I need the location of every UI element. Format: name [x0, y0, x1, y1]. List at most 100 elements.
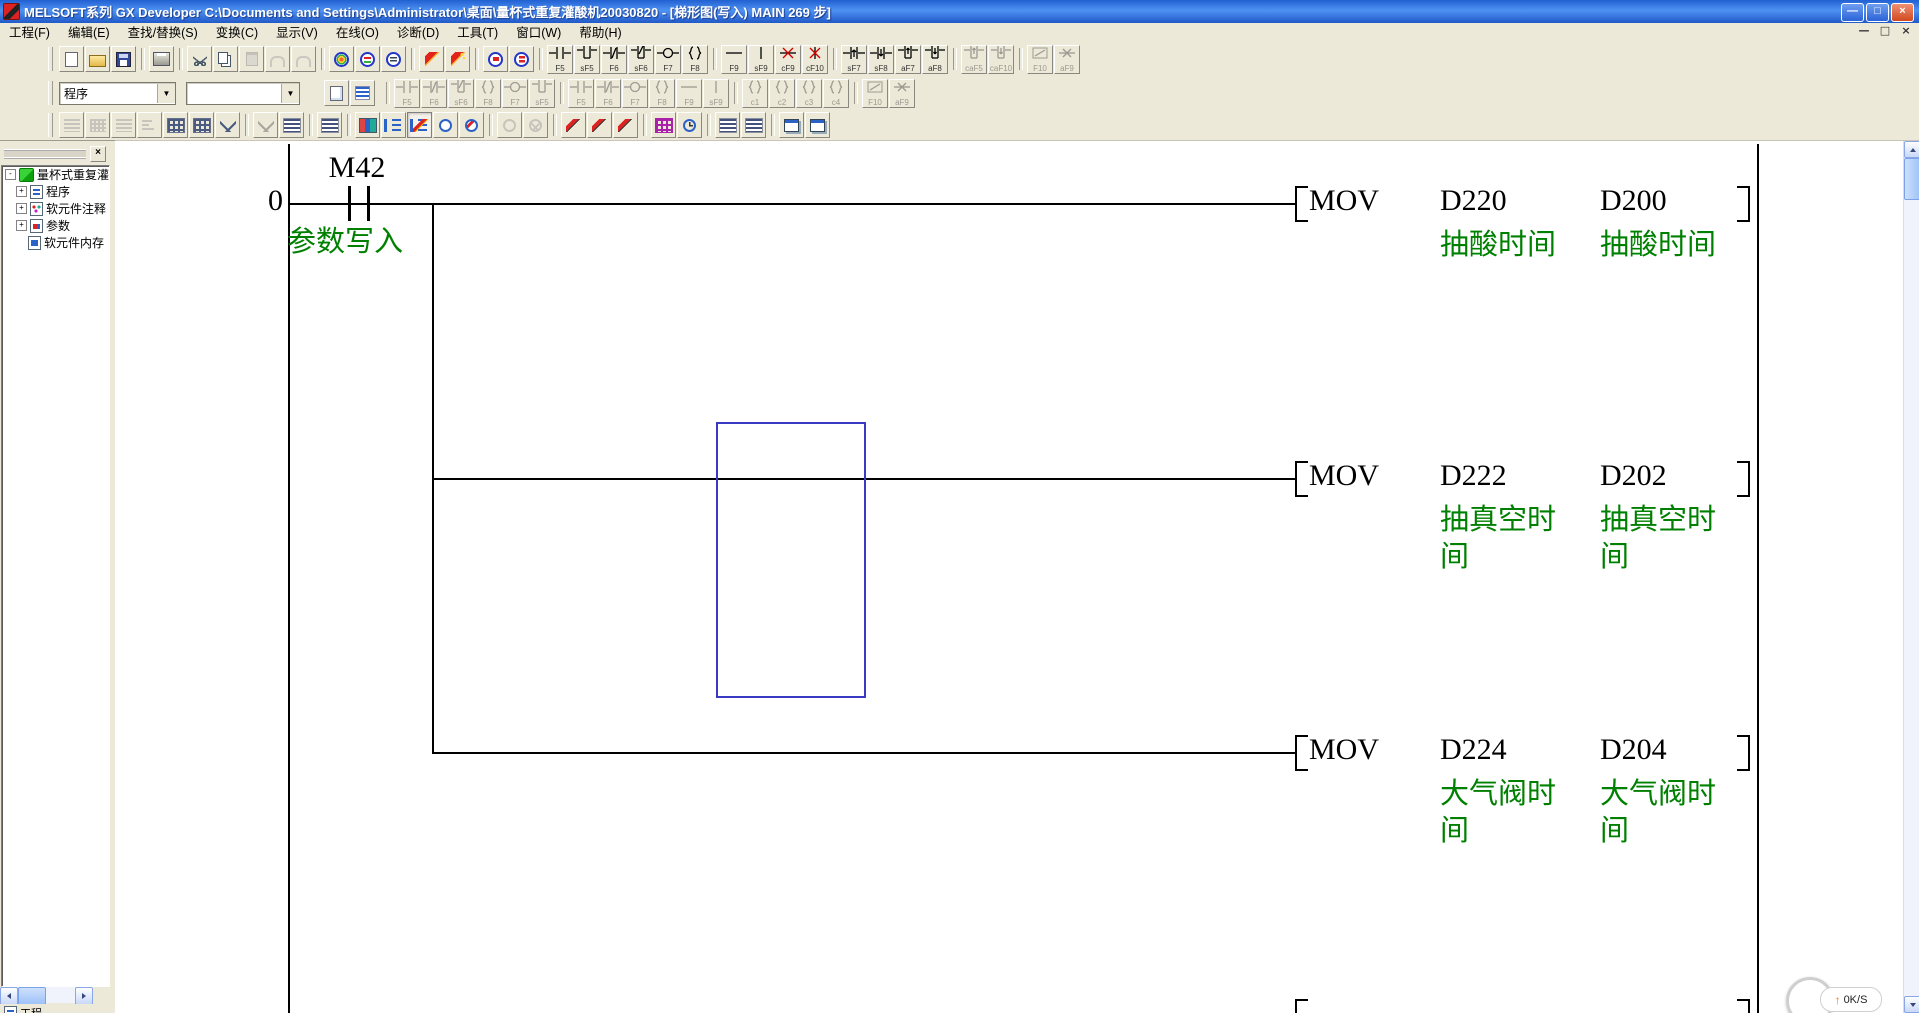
sidebar-horizontal-scrollbar[interactable]: [0, 987, 93, 1003]
combobox-dropdown-icon[interactable]: ▼: [281, 84, 299, 103]
scroll-thumb[interactable]: [1904, 158, 1919, 200]
open-project-button[interactable]: [85, 46, 110, 72]
edit-mode-button[interactable]: [407, 112, 432, 138]
device-test-on-button[interactable]: [561, 112, 586, 138]
project-list-icon: [355, 86, 370, 100]
tool-a-button[interactable]: [715, 112, 740, 138]
cut-button[interactable]: [187, 46, 212, 72]
tree-item-0[interactable]: -量杯式重复灌酸机20030820: [2, 166, 109, 183]
scroll-right-button[interactable]: [75, 987, 93, 1005]
mdi-restore-icon[interactable]: □: [1878, 24, 1892, 38]
monitor-stop-button[interactable]: [509, 46, 534, 72]
tree-item-2[interactable]: +软元件注释: [2, 200, 109, 217]
copy-button[interactable]: [213, 46, 238, 72]
find-button[interactable]: [329, 46, 354, 72]
collapse-icon[interactable]: -: [5, 169, 16, 180]
insert-block-icon: [167, 118, 185, 133]
new-project-button[interactable]: [59, 46, 84, 72]
tool-b-button[interactable]: [741, 112, 766, 138]
scroll-up-button[interactable]: [1904, 141, 1919, 158]
branch-line-button[interactable]: [215, 112, 240, 138]
device-test-off-button[interactable]: [587, 112, 612, 138]
menu-item-6[interactable]: 诊断(D): [388, 24, 448, 42]
write-mode-button[interactable]: [459, 112, 484, 138]
ladder-symbol-label: aF9: [890, 99, 914, 107]
ladder-symbol-aF7-button[interactable]: aF7: [895, 45, 921, 74]
menu-item-2[interactable]: 查找/替换(S): [119, 24, 207, 42]
ladder-symbol-sF8-button[interactable]: sF8: [868, 45, 894, 74]
device-batch-monitor-button[interactable]: [651, 112, 676, 138]
scroll-down-button[interactable]: [1904, 996, 1919, 1013]
cascade-windows-button[interactable]: [779, 112, 804, 138]
read-mode-button[interactable]: [433, 112, 458, 138]
ladder-symbol-sF7-button[interactable]: sF7: [841, 45, 867, 74]
mdi-minimize-icon[interactable]: —: [1857, 24, 1871, 38]
menu-item-7[interactable]: 工具(T): [448, 24, 507, 42]
menu-item-5[interactable]: 在线(O): [327, 24, 388, 42]
sidebar-dock-bar[interactable]: ×: [0, 146, 110, 162]
program-type-combobox[interactable]: 程序▼: [59, 82, 176, 105]
tree-item-4[interactable]: 软元件内存: [2, 234, 109, 251]
ladder-symbol-cF9-button[interactable]: cF9: [775, 45, 801, 74]
ladder-symbol-c4-button: c4: [823, 79, 849, 108]
find-string-button[interactable]: [381, 46, 406, 72]
print-button[interactable]: [149, 46, 174, 72]
sidebar-close-button[interactable]: ×: [90, 146, 106, 162]
ladder-symbol-F8-button[interactable]: F8: [682, 45, 708, 74]
save-project-button[interactable]: [111, 46, 136, 72]
combine-block-button[interactable]: [189, 112, 214, 138]
ladder-symbol-F6-button[interactable]: F6: [601, 45, 627, 74]
expand-icon[interactable]: +: [16, 203, 27, 214]
clock-monitor-button[interactable]: [677, 112, 702, 138]
ladder-editor[interactable]: 0M42参数写入MOVD220D200抽酸时间抽酸时间MOVD222D202抽真…: [115, 141, 1904, 1013]
scroll-left-button[interactable]: [0, 987, 18, 1005]
menu-item-8[interactable]: 窗口(W): [507, 24, 570, 42]
expand-icon[interactable]: +: [16, 186, 27, 197]
tile-windows-button[interactable]: [805, 112, 830, 138]
mdi-close-icon[interactable]: ×: [1899, 24, 1913, 38]
ladder-symbol-c2-button: c2: [769, 79, 795, 108]
title-bar[interactable]: MELSOFT系列 GX Developer C:\Documents and …: [0, 0, 1919, 23]
ladder-symbol-F5-button[interactable]: F5: [547, 45, 573, 74]
combobox-dropdown-icon[interactable]: ▼: [157, 84, 175, 103]
ladder-edit-button[interactable]: [419, 46, 444, 72]
toolbar-grip[interactable]: [48, 47, 53, 71]
tree-item-1[interactable]: +程序: [2, 183, 109, 200]
ladder-edit-special-button[interactable]: [445, 46, 470, 72]
insert-block-button[interactable]: [163, 112, 188, 138]
comment-display-button[interactable]: [381, 112, 406, 138]
monitor-start-button[interactable]: [483, 46, 508, 72]
find-combobox[interactable]: ▼: [186, 82, 300, 105]
project-tab[interactable]: 工程: [0, 1004, 114, 1013]
speed-indicator[interactable]: ↑ 0K/S: [1820, 987, 1882, 1012]
vertical-scrollbar[interactable]: [1903, 141, 1919, 1013]
ladder-symbol-aF8-button[interactable]: aF8: [922, 45, 948, 74]
new-window-button[interactable]: [324, 80, 349, 106]
menu-item-1[interactable]: 编辑(E): [59, 24, 119, 42]
toolbar-grip[interactable]: [48, 113, 53, 137]
menu-item-9[interactable]: 帮助(H): [570, 24, 630, 42]
maximize-button[interactable]: □: [1866, 3, 1889, 22]
expand-icon[interactable]: +: [16, 220, 27, 231]
menu-item-3[interactable]: 变换(C): [207, 24, 267, 42]
find-replace-button[interactable]: [355, 46, 380, 72]
ladder-symbol-sF6-button[interactable]: sF6: [628, 45, 654, 74]
ladder-symbol-sF5-button[interactable]: sF5: [574, 45, 600, 74]
statement-edit-button[interactable]: [317, 112, 342, 138]
forced-output-button[interactable]: [613, 112, 638, 138]
ladder-symbol-cF10-button[interactable]: cF10: [802, 45, 828, 74]
close-button[interactable]: ×: [1891, 3, 1914, 22]
tree-item-3[interactable]: +参数: [2, 217, 109, 234]
device-test-display-button[interactable]: [355, 112, 380, 138]
ladder-symbol-sF9-button[interactable]: sF9: [748, 45, 774, 74]
project-list-button[interactable]: [350, 80, 375, 106]
ladder-symbol-F7-button[interactable]: F7: [655, 45, 681, 74]
sidebar-grabber[interactable]: [4, 149, 86, 159]
scroll-thumb[interactable]: [18, 987, 46, 1005]
menu-item-0[interactable]: 工程(F): [0, 24, 59, 42]
ladder-symbol-F9-button[interactable]: F9: [721, 45, 747, 74]
toolbar-grip[interactable]: [48, 81, 53, 105]
menu-item-4[interactable]: 显示(V): [267, 24, 327, 42]
comment-edit-button[interactable]: [279, 112, 304, 138]
minimize-button[interactable]: —: [1841, 3, 1864, 22]
